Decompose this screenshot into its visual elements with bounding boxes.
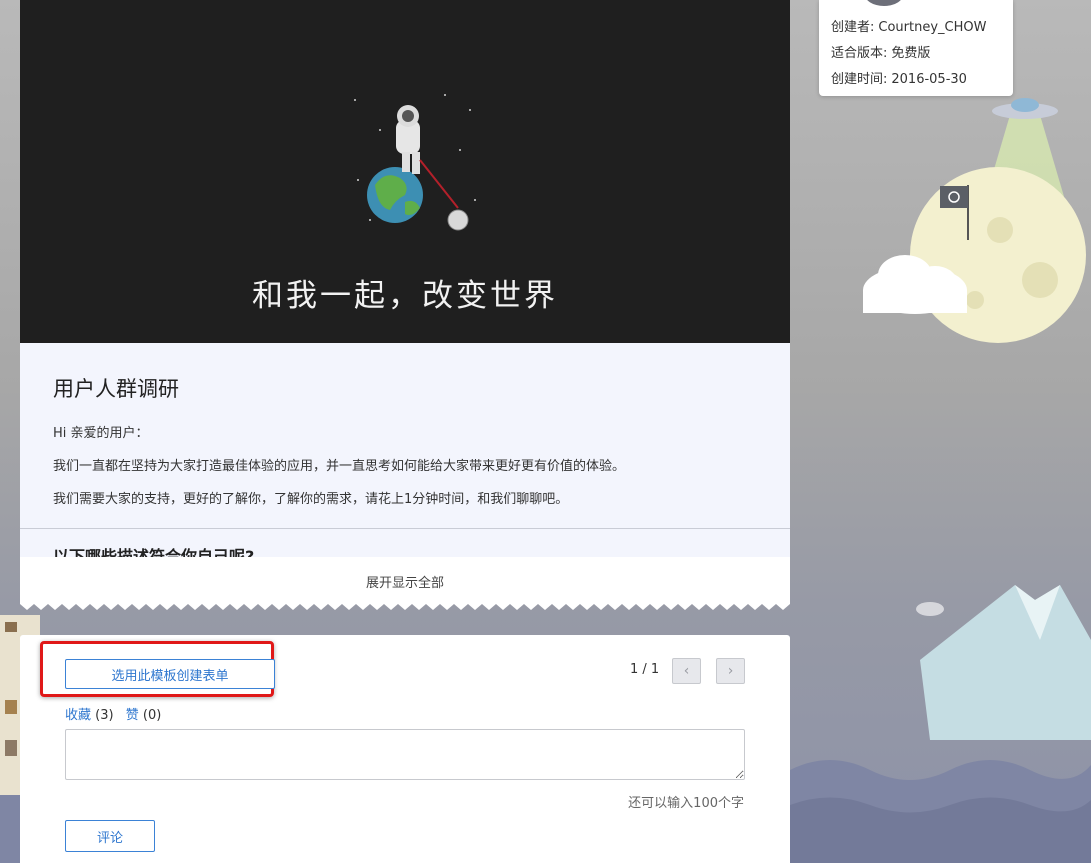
favorite-link[interactable]: 收藏 [65, 708, 91, 723]
astronaut-globe-illustration [354, 94, 476, 231]
form-title: 用户人群调研 [53, 377, 179, 401]
comment-button[interactable]: 评论 [65, 820, 155, 852]
flag [940, 186, 968, 208]
favorite-count: (3) [95, 708, 114, 723]
creator-value: Courtney_CHOW [878, 20, 987, 35]
form-greeting: Hi 亲爱的用户： [53, 426, 149, 441]
created-row: 创建时间: 2016-05-30 [831, 68, 967, 87]
creator-row: 创建者: Courtney_CHOW [831, 16, 986, 35]
pager-indicator: 1 / 1 [630, 662, 660, 677]
use-template-button[interactable]: 选用此模板创建表单 [65, 659, 275, 689]
form-paragraph-2: 我们需要大家的支持，更好的了解你，了解你的需求，请花上1分钟时间，和我们聊聊吧。 [53, 492, 569, 507]
small-cloud [916, 602, 944, 616]
mountain-shape [920, 585, 1091, 740]
comment-input[interactable] [65, 729, 745, 780]
next-page-button[interactable]: › [716, 658, 745, 684]
template-info-card: 创建者: Courtney_CHOW 适合版本: 免费版 创建时间: 2016-05-… [819, 0, 1013, 96]
version-label: 适合版本: [831, 46, 888, 61]
form-question-1: 以下哪些描述符合你自己呢? [53, 547, 255, 558]
stats-row: 收藏 (3) 赞 (0) [65, 704, 161, 723]
zigzag-edge [20, 596, 790, 610]
divider [20, 528, 790, 529]
prev-page-button[interactable]: ‹ [672, 658, 701, 684]
version-row: 适合版本: 免费版 [831, 42, 930, 61]
banner-title: 和我一起，改变世界 [252, 278, 558, 314]
like-count: (0) [142, 708, 162, 723]
form-preview: 用户人群调研 Hi 亲爱的用户： 我们一直都在坚持为大家打造最佳体验的应用，并一… [20, 343, 790, 558]
moon [910, 167, 1086, 343]
template-actions-panel: 选用此模板创建表单 1 / 1 ‹ › 收藏 (3) 赞 (0) 还可以输入10… [20, 635, 790, 863]
form-banner: 和我一起，改变世界 [20, 0, 790, 343]
created-label: 创建时间: [831, 72, 888, 87]
like-link[interactable]: 赞 [126, 708, 139, 723]
avatar [864, 0, 904, 6]
chars-remaining: 还可以输入100个字 [628, 796, 744, 811]
expand-all-link[interactable]: 展开显示全部 [20, 572, 790, 591]
created-value: 2016-05-30 [891, 72, 967, 87]
creator-label: 创建者: [831, 20, 875, 35]
form-paragraph-1: 我们一直都在坚持为大家打造最佳体验的应用，并一直思考如何能给大家带来更好更有价值… [53, 459, 626, 474]
version-value: 免费版 [891, 46, 931, 61]
chevron-right-icon: › [727, 663, 734, 679]
chevron-left-icon: ‹ [683, 663, 690, 679]
